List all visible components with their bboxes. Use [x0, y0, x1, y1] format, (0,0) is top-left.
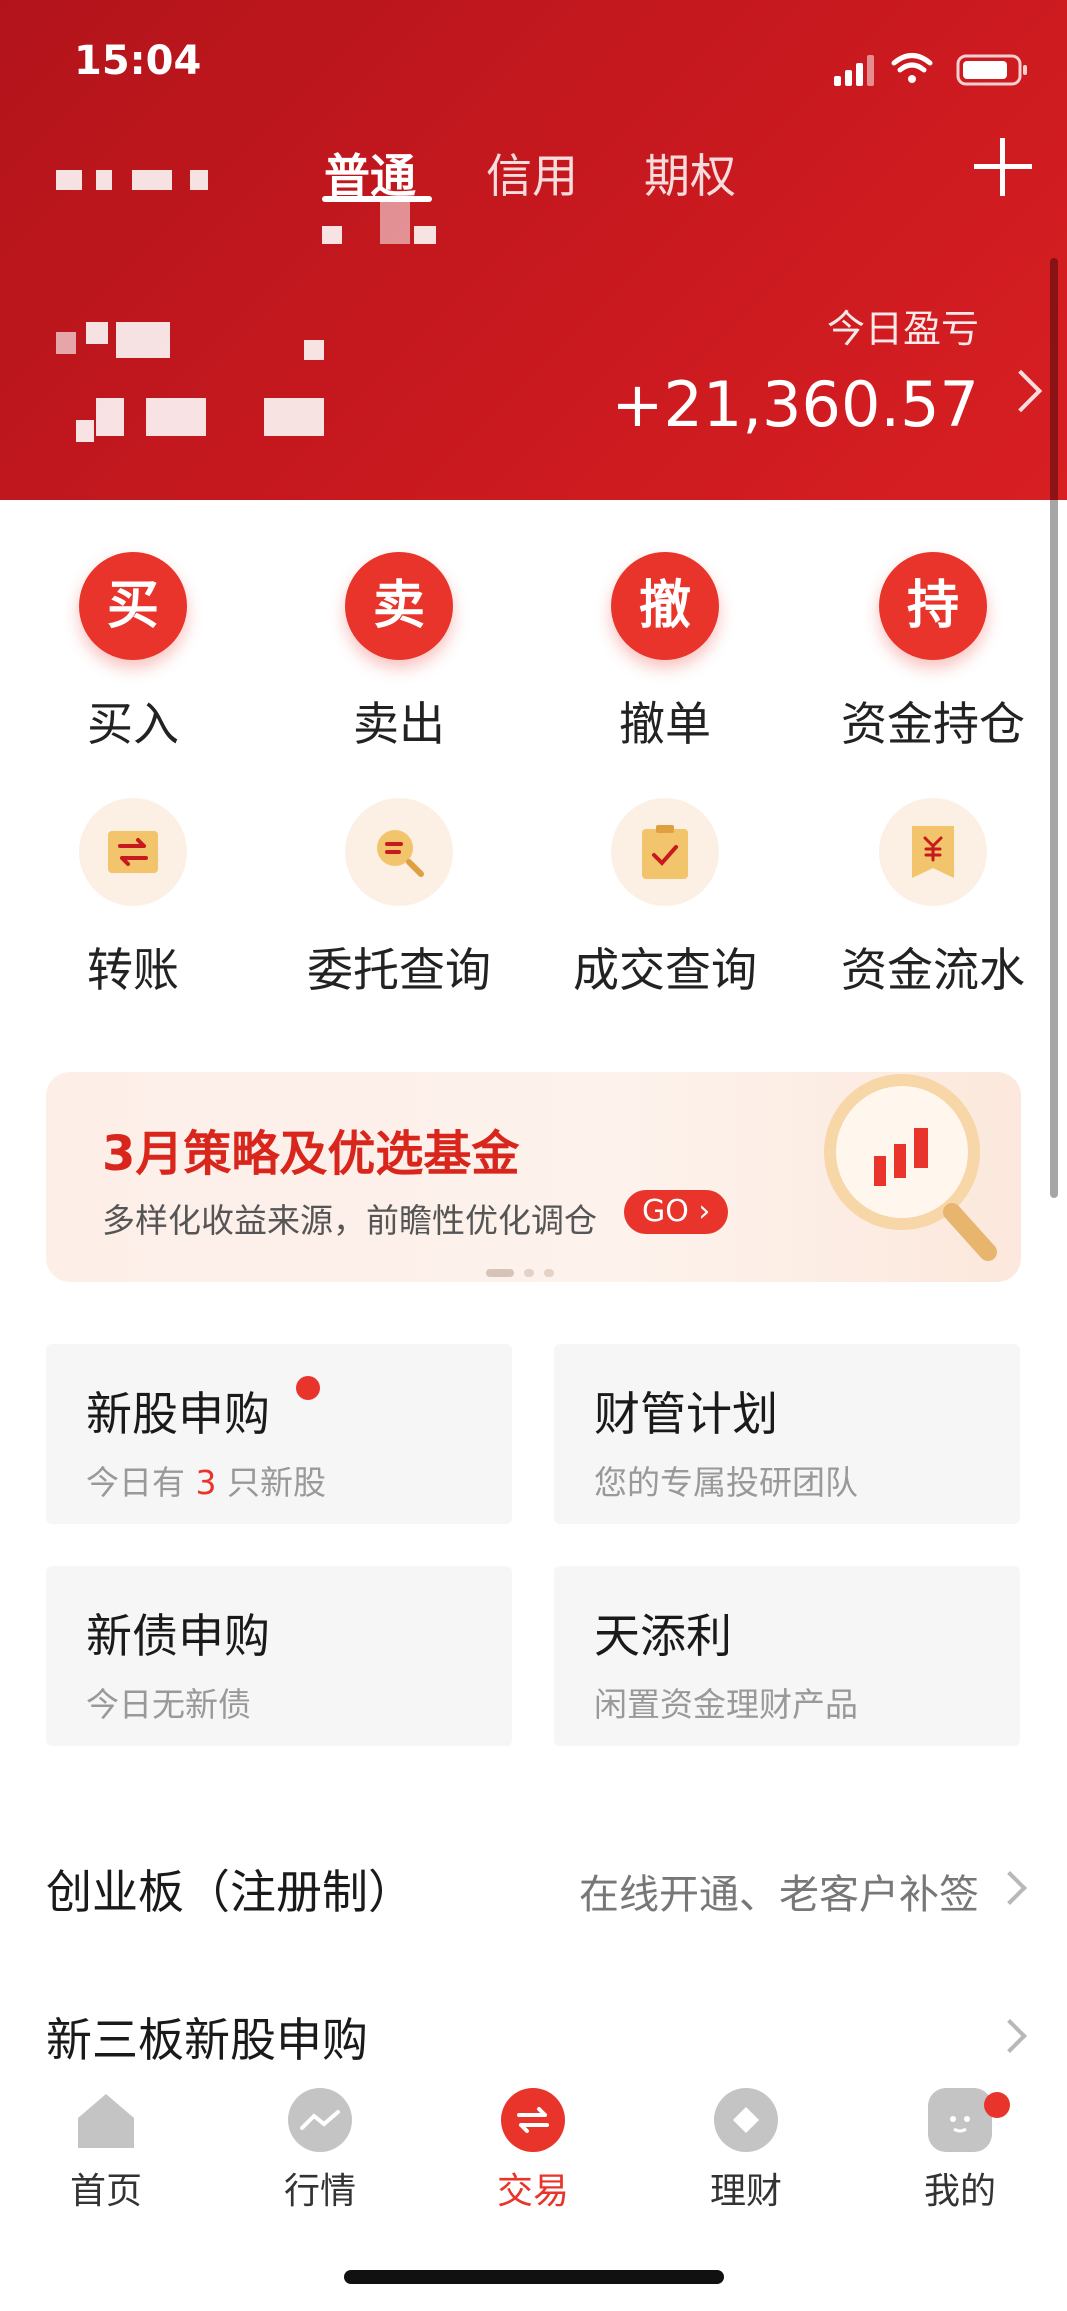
tab-market[interactable]: 行情	[240, 2088, 400, 2214]
card-title: 财管计划	[594, 1387, 778, 1441]
yuan-receipt-icon	[879, 798, 987, 906]
chart-icon	[288, 2088, 352, 2152]
positions-button[interactable]: 持 资金持仓	[800, 552, 1066, 754]
card-title: 天添利	[594, 1609, 732, 1663]
clipboard-check-icon	[611, 798, 719, 906]
buy-label: 买入	[87, 697, 179, 751]
card-subtitle: 您的专属投研团队	[594, 1463, 858, 1502]
signal-icon	[834, 55, 874, 86]
order-query-button[interactable]: 委托查询	[266, 798, 532, 1000]
carousel-dots	[486, 1262, 564, 1281]
tiantianli-card[interactable]: 天添利 闲置资金理财产品	[554, 1566, 1020, 1746]
wealth-plan-card[interactable]: 财管计划 您的专属投研团队	[554, 1344, 1020, 1524]
tab-label: 行情	[283, 2171, 356, 2212]
home-indicator	[344, 2270, 724, 2284]
chevron-right-icon[interactable]	[999, 369, 1043, 413]
sell-icon: 卖	[345, 552, 453, 660]
tab-home[interactable]: 首页	[26, 2088, 186, 2214]
tab-label: 首页	[69, 2171, 142, 2212]
card-title: 新债申购	[86, 1609, 270, 1663]
notification-dot	[296, 1376, 320, 1400]
home-icon	[74, 2088, 138, 2152]
card-subtitle: 今日无新债	[86, 1685, 251, 1724]
banner-title: 3月策略及优选基金	[102, 1126, 520, 1182]
chevron-right-icon	[993, 2019, 1027, 2053]
tab-label: 我的	[923, 2171, 996, 2212]
banner-go-label: GO	[642, 1194, 689, 1229]
chevron-right-icon: ›	[688, 1194, 711, 1229]
today-pnl-value[interactable]: +21,360.57	[612, 368, 980, 441]
cancel-order-button[interactable]: 撤 撤单	[532, 552, 798, 754]
chevron-right-icon	[993, 1871, 1027, 1905]
card-subtitle: 闲置资金理财产品	[594, 1685, 858, 1724]
fund-flow-label: 资金流水	[841, 943, 1025, 997]
buy-button[interactable]: 买 买入	[0, 552, 266, 754]
account-header: 15:04 普通 信用 期权 今日盈亏 +21,360.57	[0, 0, 1067, 500]
cancel-order-icon: 撤	[611, 552, 719, 660]
order-query-label: 委托查询	[307, 943, 491, 997]
notification-dot	[984, 2092, 1010, 2118]
new-ipo-count: 3	[195, 1463, 217, 1502]
search-order-icon	[345, 798, 453, 906]
sell-label: 卖出	[353, 697, 445, 751]
diamond-icon	[714, 2088, 778, 2152]
tab-active-indicator	[322, 196, 432, 202]
profile-icon	[928, 2088, 992, 2152]
transfer-label: 转账	[87, 943, 179, 997]
cancel-order-label: 撤单	[619, 697, 711, 751]
scrollbar[interactable]	[1050, 258, 1058, 1198]
battery-icon	[956, 54, 1027, 86]
transfer-button[interactable]: 转账	[0, 798, 266, 1000]
trade-query-label: 成交查询	[573, 943, 757, 997]
tab-label: 交易	[496, 2171, 569, 2212]
wifi-icon	[891, 53, 933, 73]
tab-credit[interactable]: 信用	[486, 140, 578, 206]
banner-go-button[interactable]: GO ›	[624, 1190, 729, 1234]
transfer-icon	[79, 798, 187, 906]
sell-button[interactable]: 卖 卖出	[266, 552, 532, 754]
fund-flow-button[interactable]: 资金流水	[800, 798, 1066, 1000]
banner-subtitle: 多样化收益来源，前瞻性优化调仓	[102, 1201, 597, 1240]
trade-query-button[interactable]: 成交查询	[532, 798, 798, 1000]
promo-banner[interactable]: 3月策略及优选基金 多样化收益来源，前瞻性优化调仓 GO ›	[46, 1072, 1021, 1282]
positions-icon: 持	[879, 552, 987, 660]
tab-trade[interactable]: 交易	[453, 2088, 613, 2214]
ipo-subscription-card[interactable]: 新股申购 今日有 3 只新股	[46, 1344, 512, 1524]
tab-profile[interactable]: 我的	[880, 2088, 1040, 2214]
status-icons	[834, 53, 1027, 86]
add-account-button[interactable]	[974, 138, 1032, 196]
magnifier-chart-icon	[824, 1074, 997, 1261]
positions-label: 资金持仓	[841, 697, 1025, 751]
trade-icon	[501, 2088, 565, 2152]
row-title: 创业板（注册制）	[46, 1865, 414, 1919]
tab-label: 理财	[709, 2171, 782, 2212]
buy-icon: 买	[79, 552, 187, 660]
tab-wealth[interactable]: 理财	[666, 2088, 826, 2214]
row-title: 新三板新股申购	[46, 2013, 368, 2067]
bond-subscription-card[interactable]: 新债申购 今日无新债	[46, 1566, 512, 1746]
today-pnl-label: 今日盈亏	[826, 307, 979, 351]
card-subtitle: 今日有 3 只新股	[86, 1463, 326, 1502]
tab-options[interactable]: 期权	[644, 140, 736, 206]
row-value: 在线开通、老客户补签	[579, 1872, 979, 1918]
status-time: 15:04	[74, 38, 202, 84]
card-title: 新股申购	[86, 1387, 270, 1441]
